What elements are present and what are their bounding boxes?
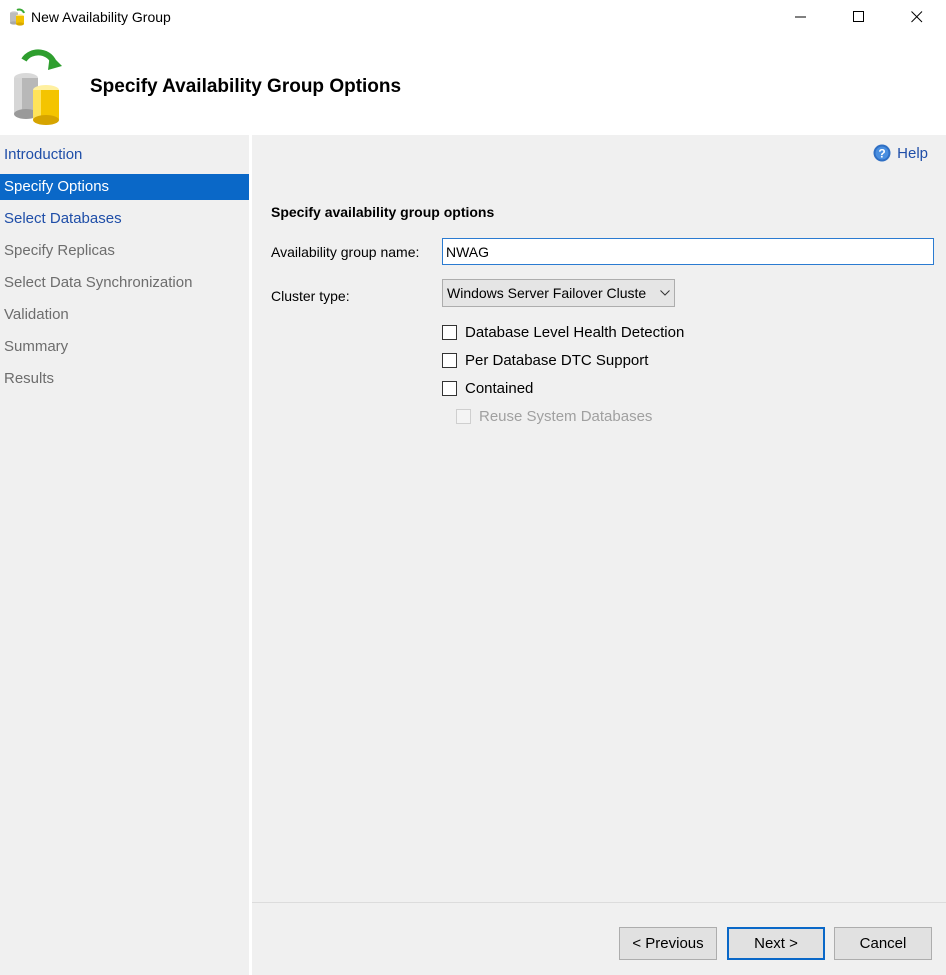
cluster-type-value: Windows Server Failover Cluste [447,285,647,301]
sidebar-item-specify-replicas: Specify Replicas [4,242,115,259]
close-button[interactable] [888,0,946,34]
option-health-detection[interactable]: Database Level Health Detection [442,322,684,342]
options-panel: ? Help Specify availability group option… [252,135,946,902]
option-contained[interactable]: Contained [442,378,533,398]
section-heading: Specify availability group options [271,204,495,220]
minimize-icon [795,16,806,18]
cancel-button[interactable]: Cancel [834,927,932,960]
maximize-icon [853,11,864,22]
close-icon [911,11,923,23]
title-bar: New Availability Group [0,0,946,34]
window-title: New Availability Group [31,9,171,25]
sidebar-item-summary: Summary [4,338,69,355]
database-sync-icon [14,49,62,125]
reuse-system-databases-checkbox [456,408,471,424]
help-icon: ? [873,144,891,162]
sidebar-item-results: Results [4,370,55,387]
cluster-type-select[interactable]: Windows Server Failover Cluste [442,279,675,307]
health-detection-label: Database Level Health Detection [465,323,685,341]
maximize-button[interactable] [830,0,888,34]
dtc-support-checkbox[interactable] [442,352,457,368]
contained-label: Contained [465,379,534,397]
ag-name-input[interactable] [442,238,934,265]
chevron-down-icon [660,290,670,296]
sidebar-item-specify-options[interactable]: Specify Options [0,174,249,200]
help-link[interactable]: ? Help [873,143,928,163]
sidebar-item-introduction[interactable]: Introduction [0,142,249,168]
health-detection-checkbox[interactable] [442,324,457,340]
next-button[interactable]: Next > [727,927,825,960]
minimize-button[interactable] [772,0,830,34]
option-dtc-support[interactable]: Per Database DTC Support [442,350,648,370]
reuse-system-databases-label: Reuse System Databases [479,407,653,425]
option-reuse-system-databases: Reuse System Databases [456,406,652,426]
page-title: Specify Availability Group Options [90,76,402,97]
previous-button[interactable]: < Previous [619,927,717,960]
ag-name-label: Availability group name: [271,244,420,260]
help-label: Help [897,144,928,162]
wizard-header: Specify Availability Group Options [0,34,946,135]
sidebar-item-select-databases[interactable]: Select Databases [0,206,249,232]
wizard-footer: < Previous Next > Cancel [252,903,946,975]
contained-checkbox[interactable] [442,380,457,396]
sidebar-item-validation: Validation [4,306,69,323]
dtc-support-label: Per Database DTC Support [465,351,649,369]
sidebar-item-select-data-synchronization: Select Data Synchronization [4,274,193,291]
svg-text:?: ? [878,147,885,161]
wizard-sidebar: Introduction Specify Options Select Data… [0,135,249,975]
availability-group-icon [10,8,25,26]
cluster-type-label: Cluster type: [271,288,350,304]
